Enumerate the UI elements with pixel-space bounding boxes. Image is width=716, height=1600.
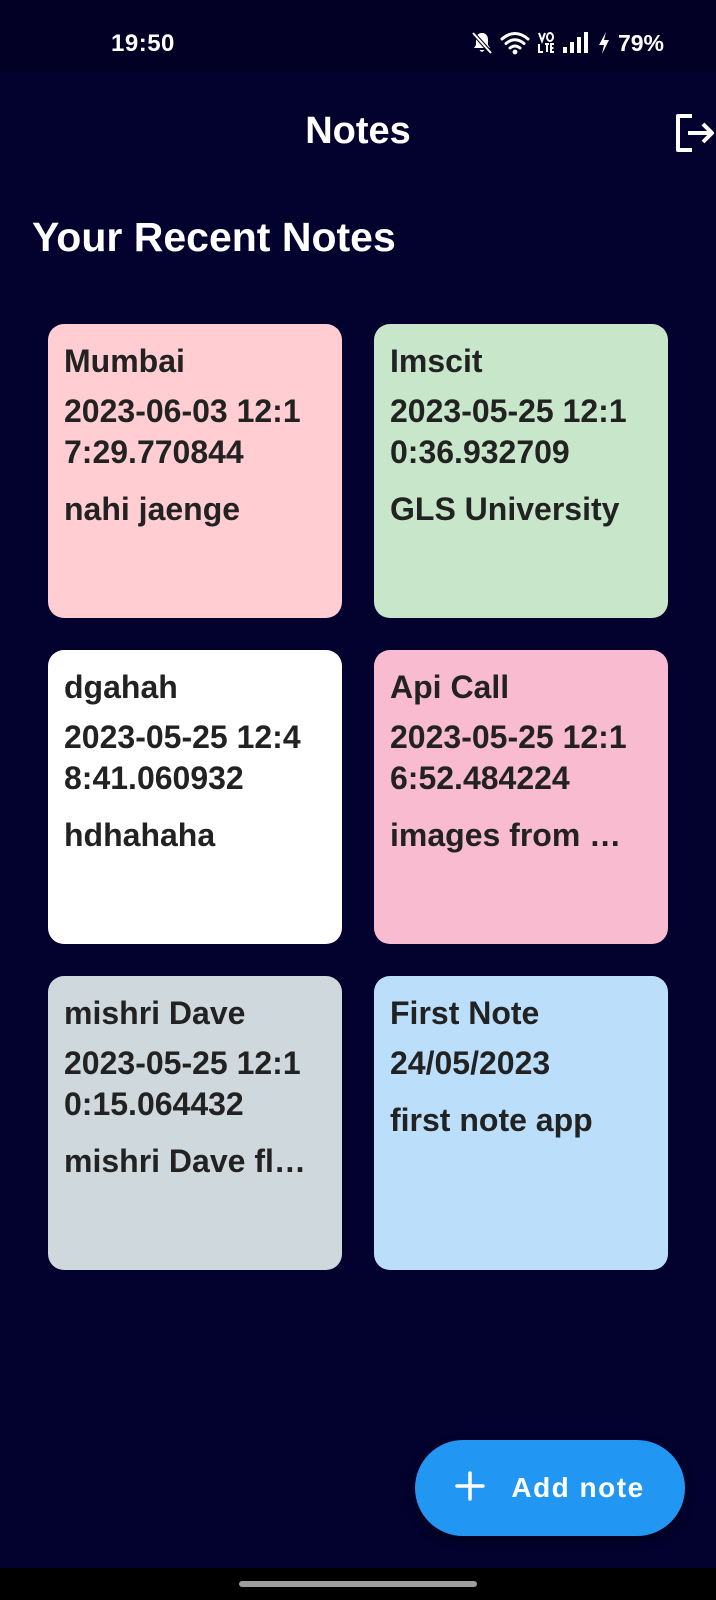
note-card[interactable]: dgahah 2023-05-25 12:48:41.060932 hdhaha… — [48, 650, 342, 944]
notes-grid: Mumbai 2023-06-03 12:17:29.770844 nahi j… — [48, 324, 668, 1270]
note-date: 2023-05-25 12:16:52.484224 — [390, 719, 627, 796]
note-body: mishri Dave fl… — [64, 1143, 306, 1179]
note-body: GLS University — [390, 491, 620, 527]
note-body: first note app — [390, 1102, 593, 1138]
logout-button[interactable] — [658, 106, 716, 164]
note-title: mishri Dave — [64, 995, 246, 1031]
note-date: 2023-06-03 12:17:29.770844 — [64, 393, 301, 470]
note-body: images from … — [390, 817, 622, 853]
note-body: hdhahaha — [64, 817, 216, 853]
volte-icon — [537, 31, 555, 55]
note-date: 2023-05-25 12:10:36.932709 — [390, 393, 627, 470]
note-card[interactable]: Api Call 2023-05-25 12:16:52.484224 imag… — [374, 650, 668, 944]
add-note-label: Add note — [511, 1472, 645, 1503]
plus-icon — [455, 1470, 486, 1506]
note-title: Api Call — [390, 669, 510, 705]
note-body: nahi jaenge — [64, 491, 241, 527]
note-title: First Note — [390, 995, 540, 1031]
note-date: 2023-05-25 12:10:15.064432 — [64, 1045, 301, 1122]
note-date: 24/05/2023 — [390, 1045, 551, 1081]
wifi-icon — [500, 31, 530, 55]
note-card[interactable]: Imscit 2023-05-25 12:10:36.932709 GLS Un… — [374, 324, 668, 618]
status-time: 19:50 — [111, 30, 175, 57]
logout-icon — [672, 111, 716, 160]
note-card[interactable]: First Note 24/05/2023 first note app — [374, 976, 668, 1270]
system-nav-bar — [0, 1568, 716, 1600]
bell-muted-icon — [471, 31, 493, 55]
app-bar: Notes — [0, 72, 716, 190]
note-title: Imscit — [390, 343, 483, 379]
note-title: dgahah — [64, 669, 178, 705]
section-heading: Your Recent Notes — [32, 214, 396, 260]
battery-percentage: 79% — [617, 29, 664, 56]
home-indicator[interactable] — [239, 1581, 477, 1587]
note-card[interactable]: mishri Dave 2023-05-25 12:10:15.064432 m… — [48, 976, 342, 1270]
add-note-button[interactable]: Add note — [415, 1440, 685, 1536]
notes-screen: 19:50 79% Notes Your Recent Notes Mumbai… — [0, 0, 716, 1600]
note-title: Mumbai — [64, 343, 185, 379]
status-bar: 19:50 79% — [0, 0, 716, 72]
note-date: 2023-05-25 12:48:41.060932 — [64, 719, 301, 796]
charging-bolt-icon — [597, 31, 611, 55]
status-icons: 79% — [471, 28, 664, 58]
signal-icon — [562, 32, 590, 54]
page-title: Notes — [305, 110, 411, 152]
note-card[interactable]: Mumbai 2023-06-03 12:17:29.770844 nahi j… — [48, 324, 342, 618]
